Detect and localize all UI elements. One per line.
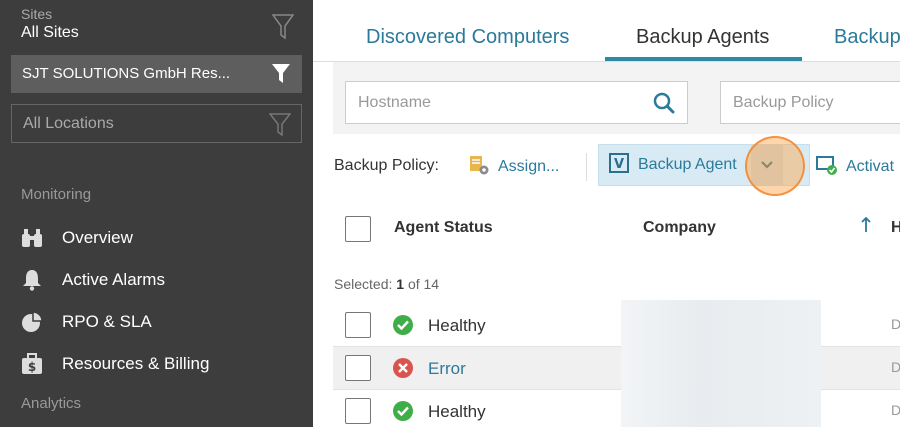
nav-item-overview[interactable]: Overview [20, 223, 133, 253]
sidebar: Sites All Sites SJT SOLUTIONS GmbH Res..… [0, 0, 313, 427]
nav-label: Active Alarms [62, 270, 165, 289]
backup-agent-label: Backup Agent [638, 156, 737, 173]
selection-summary: Selected: 1 of 14 [334, 276, 439, 292]
svg-text:V: V [614, 157, 624, 172]
row-checkbox[interactable] [345, 355, 371, 381]
sites-value: All Sites [21, 24, 79, 41]
locations-selector[interactable]: All Locations [11, 104, 302, 143]
active-tab-indicator [605, 57, 802, 61]
tab-backup-agents[interactable]: Backup Agents [636, 26, 769, 49]
toolbar-divider [586, 153, 587, 181]
hostname-cell: D [891, 359, 900, 375]
company-selector[interactable]: SJT SOLUTIONS GmbH Res... [11, 55, 302, 93]
toolbar: Backup Policy: Assign... V Backup Agent … [313, 144, 900, 190]
column-company[interactable]: Company [643, 219, 716, 237]
agent-status: Healthy [428, 402, 486, 421]
section-monitoring: Monitoring [21, 186, 92, 203]
bell-icon [20, 268, 44, 292]
selected-count: 1 [396, 276, 405, 292]
hostname-cell: D [891, 402, 900, 418]
select-all-checkbox[interactable] [345, 216, 371, 242]
filter-icon[interactable] [268, 113, 292, 142]
sites-label: Sites [21, 6, 53, 22]
row-checkbox[interactable] [345, 312, 371, 338]
error-circle-icon [393, 358, 413, 378]
search-icon[interactable] [653, 92, 675, 119]
column-agent-status[interactable]: Agent Status [394, 219, 493, 237]
toolbar-label: Backup Policy: [334, 157, 439, 174]
billing-icon: $ [20, 352, 44, 376]
backup-policy-placeholder: Backup Policy [733, 94, 834, 111]
column-hostname[interactable]: H [891, 219, 900, 237]
activate-button[interactable]: Activat [816, 152, 894, 182]
sort-up-arrow-icon[interactable] [860, 216, 872, 239]
svg-text:$: $ [28, 360, 36, 374]
backup-agent-button[interactable]: V Backup Agent [598, 144, 810, 186]
filter-active-icon[interactable] [272, 64, 290, 89]
selected-prefix: Selected: [334, 276, 393, 292]
nav-label: Resources & Billing [62, 354, 210, 373]
activate-icon [816, 154, 838, 181]
activate-label: Activat [846, 158, 895, 175]
hostname-cell: D [891, 316, 900, 332]
veeam-agent-icon: V [609, 152, 629, 178]
assign-policy-button[interactable]: Assign... [468, 152, 559, 182]
binoculars-icon [20, 226, 44, 250]
table-header: Agent Status Company H [333, 206, 900, 252]
company-name: SJT SOLUTIONS GmbH Res... [22, 65, 231, 82]
tab-discovered-computers[interactable]: Discovered Computers [366, 26, 569, 49]
policy-gear-icon [468, 154, 490, 181]
filter-bar: Hostname Backup Policy [333, 62, 900, 134]
main-panel: Discovered Computers Backup Agents Backu… [313, 0, 900, 427]
nav-item-active-alarms[interactable]: Active Alarms [20, 265, 165, 295]
sites-selector[interactable]: Sites All Sites [21, 6, 79, 44]
check-circle-icon [393, 401, 413, 421]
nav-label: Overview [62, 228, 133, 247]
hostname-placeholder: Hostname [358, 94, 431, 111]
agent-status: Healthy [428, 316, 486, 335]
hostname-search-input[interactable]: Hostname [345, 81, 688, 124]
agent-status-link[interactable]: Error [428, 359, 466, 379]
nav-item-rpo-sla[interactable]: RPO & SLA [20, 307, 152, 337]
nav-item-resources-billing[interactable]: $ Resources & Billing [20, 349, 209, 379]
redacted-company-cells [621, 300, 821, 427]
backup-policy-filter[interactable]: Backup Policy [720, 81, 900, 124]
section-analytics: Analytics [21, 395, 82, 412]
pie-chart-icon [20, 310, 44, 334]
tab-backup[interactable]: Backup [834, 26, 900, 49]
tab-bar: Discovered Computers Backup Agents Backu… [313, 0, 900, 62]
check-circle-icon [393, 315, 413, 335]
chevron-down-icon[interactable] [751, 145, 783, 185]
nav-label: RPO & SLA [62, 312, 152, 331]
filter-icon[interactable] [271, 14, 295, 45]
selected-suffix: of 14 [407, 276, 440, 292]
assign-label: Assign... [498, 158, 560, 175]
locations-text: All Locations [23, 115, 114, 132]
row-checkbox[interactable] [345, 398, 371, 424]
